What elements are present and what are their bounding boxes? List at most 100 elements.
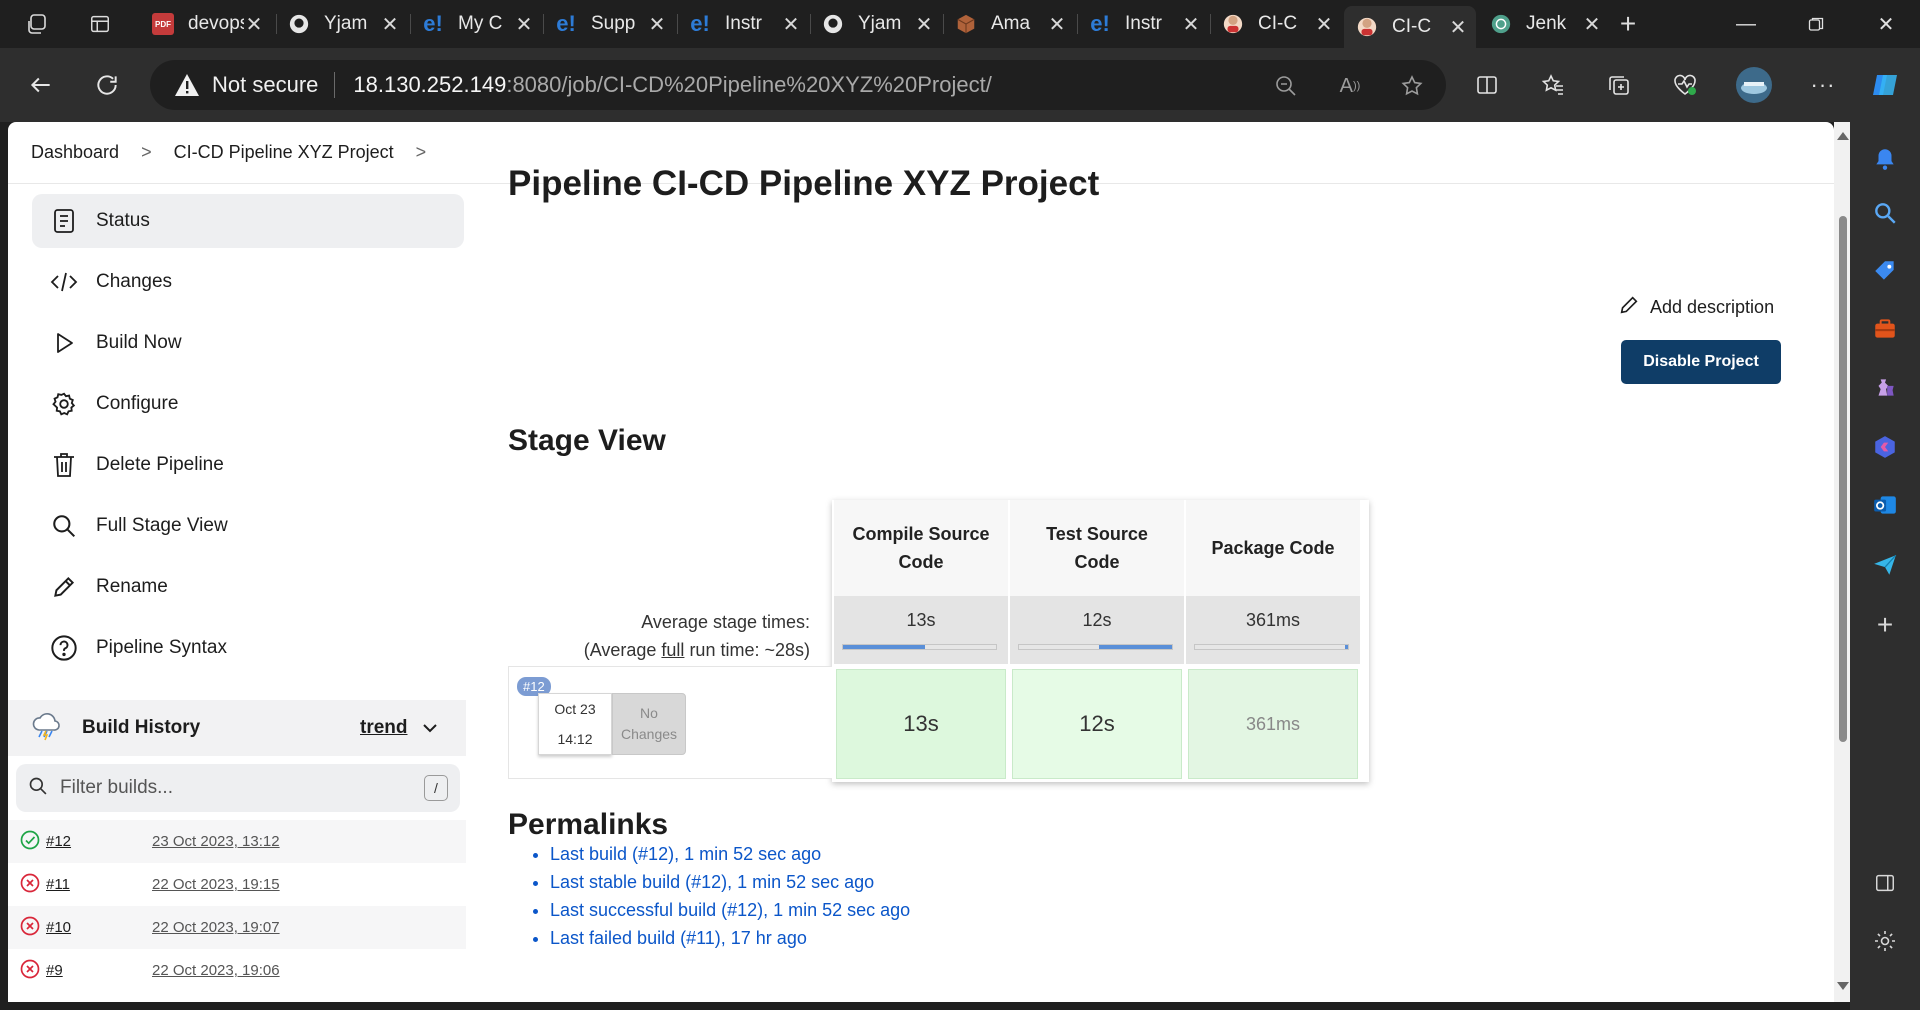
chevron-right-icon[interactable]: > (416, 142, 427, 163)
favorites-icon[interactable] (1536, 68, 1570, 102)
run-changes[interactable]: No Changes (612, 693, 686, 755)
address-input[interactable]: Not secure 18.130.252.149 :8080/job/CI-C… (150, 60, 1446, 110)
close-window-icon[interactable]: ✕ (1866, 8, 1906, 40)
copilot-icon[interactable] (1868, 68, 1902, 102)
notifications-bell-icon[interactable] (1868, 142, 1902, 176)
restore-icon[interactable] (1796, 8, 1836, 40)
build-number-link[interactable]: #11 (46, 876, 136, 893)
collections-icon[interactable] (1602, 68, 1636, 102)
sidebar-panel-icon[interactable] (1868, 866, 1902, 900)
build-number-link[interactable]: #10 (46, 919, 136, 936)
side-task-configure[interactable]: Configure (32, 377, 464, 431)
side-task-full-stage-view[interactable]: Full Stage View (32, 499, 464, 553)
page-title: Pipeline CI-CD Pipeline XYZ Project (508, 164, 1100, 203)
favorite-star-icon[interactable] (1398, 72, 1426, 100)
search-icon[interactable] (1868, 196, 1902, 230)
stage-result-compile[interactable]: 13s (836, 669, 1006, 779)
close-tab-icon[interactable]: ✕ (380, 12, 400, 37)
side-task-build-now[interactable]: Build Now (32, 316, 464, 370)
send-paper-plane-icon[interactable] (1868, 548, 1902, 582)
tab-github-2[interactable]: Yjam ✕ (810, 6, 942, 42)
trend-link[interactable]: trend (360, 717, 408, 739)
refresh-icon[interactable] (90, 68, 124, 102)
tab-jenkins-active[interactable]: CI-C ✕ (1344, 6, 1476, 48)
more-options-icon[interactable]: ··· (1806, 68, 1840, 102)
scroll-down-icon[interactable] (1837, 982, 1849, 990)
build-date-link[interactable]: 22 Oct 2023, 19:06 (152, 962, 280, 979)
add-description-link[interactable]: Add description (1618, 294, 1774, 321)
tab-edureka-4[interactable]: e! Instr ✕ (1077, 6, 1209, 42)
scroll-thumb[interactable] (1839, 216, 1847, 742)
security-label[interactable]: Not secure (212, 72, 318, 98)
back-icon[interactable] (24, 68, 58, 102)
tools-briefcase-icon[interactable] (1868, 312, 1902, 346)
full-run-link[interactable]: full (661, 640, 684, 660)
copilot-hex-icon[interactable] (1868, 430, 1902, 464)
build-date-link[interactable]: 22 Oct 2023, 19:15 (152, 876, 280, 893)
filter-builds-input[interactable]: Filter builds... / (16, 764, 460, 812)
tab-edureka-1[interactable]: e! My C ✕ (410, 6, 542, 42)
build-row[interactable]: #10 22 Oct 2023, 19:07 (8, 906, 466, 949)
close-tab-icon[interactable]: ✕ (914, 12, 934, 37)
disable-project-button[interactable]: Disable Project (1621, 340, 1781, 384)
stage-view-title: Stage View (508, 424, 666, 457)
profile-avatar[interactable] (1734, 67, 1774, 103)
tab-chatgpt[interactable]: Jenk ✕ (1478, 6, 1610, 42)
side-task-rename[interactable]: Rename (32, 560, 464, 614)
close-tab-icon[interactable]: ✕ (1582, 12, 1602, 37)
read-aloud-icon[interactable]: A)) (1336, 72, 1364, 100)
close-tab-icon[interactable]: ✕ (244, 12, 264, 37)
stage-result-package[interactable]: 361ms (1188, 669, 1358, 779)
shopping-tag-icon[interactable] (1868, 254, 1902, 288)
tab-actions-icon[interactable] (86, 10, 114, 38)
permalink-last-failed[interactable]: Last failed build (#11), 17 hr ago (550, 924, 910, 952)
permalink-last-build[interactable]: Last build (#12), 1 min 52 sec ago (550, 840, 910, 868)
games-chess-icon[interactable] (1868, 370, 1902, 404)
close-tab-icon[interactable]: ✕ (1448, 15, 1468, 40)
page-scrollbar[interactable] (1834, 122, 1850, 1002)
split-screen-icon[interactable] (1470, 68, 1504, 102)
permalink-last-stable[interactable]: Last stable build (#12), 1 min 52 sec ag… (550, 868, 910, 896)
close-tab-icon[interactable]: ✕ (1047, 12, 1067, 37)
side-task-delete-pipeline[interactable]: Delete Pipeline (32, 438, 464, 492)
build-row[interactable]: #11 22 Oct 2023, 19:15 (8, 863, 466, 906)
tab-edureka-3[interactable]: e! Instr ✕ (677, 6, 809, 42)
close-tab-icon[interactable]: ✕ (647, 12, 667, 37)
build-row[interactable]: #9 22 Oct 2023, 19:06 (8, 949, 466, 992)
tab-jenkins-1[interactable]: CI-C ✕ (1210, 6, 1342, 42)
permalink-last-successful[interactable]: Last successful build (#12), 1 min 52 se… (550, 896, 910, 924)
close-tab-icon[interactable]: ✕ (1314, 12, 1334, 37)
close-tab-icon[interactable]: ✕ (1181, 12, 1201, 37)
side-task-changes[interactable]: Changes (32, 255, 464, 309)
url-path: :8080/job/CI-CD%20Pipeline%20XYZ%20Proje… (506, 72, 992, 97)
breadcrumb-dashboard[interactable]: Dashboard (31, 142, 119, 163)
close-tab-icon[interactable]: ✕ (781, 12, 801, 37)
scroll-up-icon[interactable] (1837, 132, 1849, 140)
run-date[interactable]: Oct 23 14:12 (538, 693, 612, 755)
breadcrumb-project[interactable]: CI-CD Pipeline XYZ Project (174, 142, 394, 163)
tab-edureka-2[interactable]: e! Supp ✕ (543, 6, 675, 42)
tab-github-1[interactable]: Yjam ✕ (276, 6, 408, 42)
tab-aws[interactable]: Ama ✕ (943, 6, 1075, 42)
warning-icon[interactable] (174, 72, 200, 98)
minimize-icon[interactable]: — (1726, 8, 1766, 40)
browser-essentials-icon[interactable] (1668, 68, 1702, 102)
new-tab-icon[interactable]: + (1614, 8, 1642, 39)
outlook-icon[interactable] (1868, 488, 1902, 522)
build-number-link[interactable]: #9 (46, 962, 136, 979)
build-date-link[interactable]: 23 Oct 2023, 13:12 (152, 833, 280, 850)
side-task-status[interactable]: Status (32, 194, 464, 248)
zoom-out-icon[interactable] (1272, 72, 1300, 100)
side-task-pipeline-syntax[interactable]: Pipeline Syntax (32, 621, 464, 675)
stage-result-test[interactable]: 12s (1012, 669, 1182, 779)
close-tab-icon[interactable]: ✕ (514, 12, 534, 37)
stage-header-package: Package Code (1186, 500, 1360, 596)
build-row[interactable]: #12 23 Oct 2023, 13:12 (8, 820, 466, 863)
settings-gear-icon[interactable] (1868, 924, 1902, 958)
chevron-down-icon[interactable] (420, 718, 440, 738)
build-number-link[interactable]: #12 (46, 833, 136, 850)
workspaces-icon[interactable] (24, 10, 52, 38)
add-sidebar-app-icon[interactable]: + (1868, 608, 1902, 642)
build-date-link[interactable]: 22 Oct 2023, 19:07 (152, 919, 280, 936)
tab-devops[interactable]: PDF devops ✕ (140, 6, 272, 42)
